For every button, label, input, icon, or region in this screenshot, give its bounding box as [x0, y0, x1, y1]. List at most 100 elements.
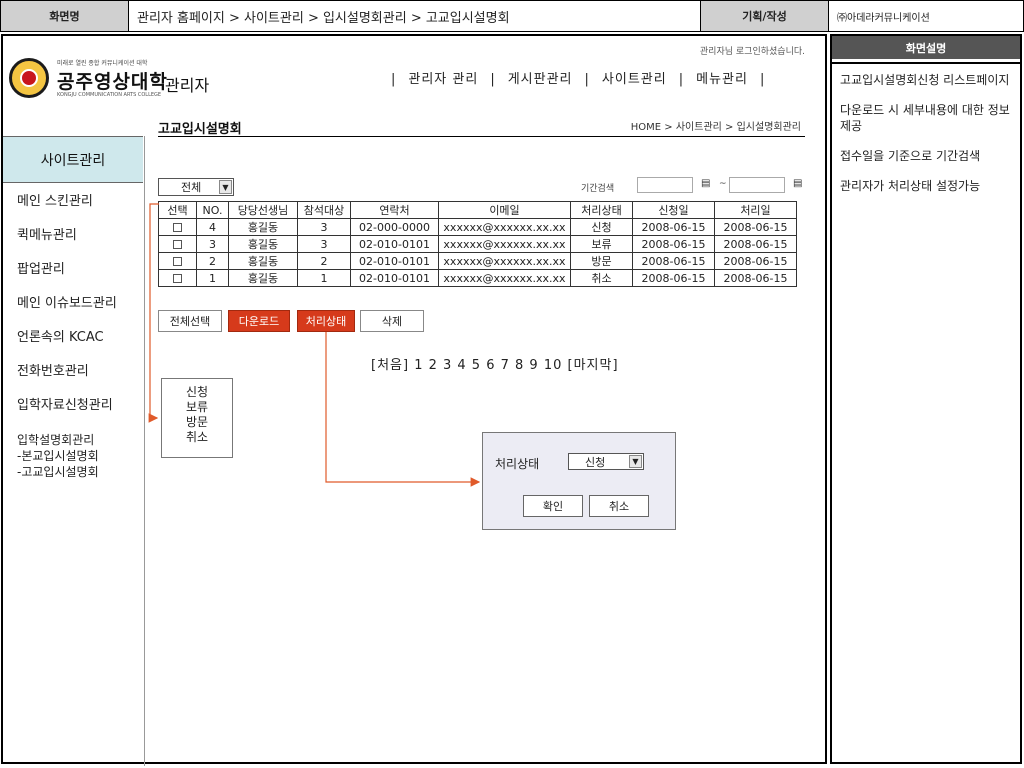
row-checkbox[interactable] — [173, 223, 182, 232]
calendar-icon[interactable]: ▤ — [701, 178, 710, 189]
sidebar-divider — [144, 136, 145, 766]
sidebar-item-briefing[interactable]: 입학설명회관리 — [17, 432, 143, 448]
cell-processed-date: 2008-06-15 — [714, 218, 797, 236]
pagination[interactable]: [처음] 1 2 3 4 5 6 7 8 9 10 [마지막] — [371, 354, 619, 373]
select-all-button[interactable]: 전체선택 — [158, 310, 222, 332]
cell-teacher: 홍길동 — [228, 218, 298, 236]
period-tilde: ~ — [719, 179, 727, 189]
cell-status: 취소 — [570, 269, 633, 287]
row-checkbox[interactable] — [173, 257, 182, 266]
cell-phone: 02-010-0101 — [350, 235, 439, 253]
status-option-cancel[interactable]: 취소 — [162, 430, 232, 445]
table-row[interactable]: 1 홍길동 1 02-010-0101 xxxxxx@xxxxxx.xx.xx … — [158, 269, 797, 287]
confirm-button[interactable]: 확인 — [523, 495, 583, 517]
description-note: 관리자가 처리상태 설정가능 — [840, 179, 981, 193]
sidebar-item-popup[interactable]: 팝업관리 — [17, 262, 143, 296]
cell-teacher: 홍길동 — [228, 235, 298, 253]
breadcrumb: HOME > 사이트관리 > 입시설명회관리 — [630, 122, 801, 133]
download-button[interactable]: 다운로드 — [228, 310, 290, 332]
table-header-row: 선택 NO. 당당선생님 참석대상 연락처 이메일 처리상태 신청일 처리일 — [158, 201, 797, 219]
nav-separator: | — [584, 72, 590, 87]
cell-applied-date: 2008-06-15 — [632, 218, 715, 236]
title-divider — [158, 136, 805, 137]
calendar-icon[interactable]: ▤ — [793, 178, 802, 189]
status-option-hold[interactable]: 보류 — [162, 400, 232, 415]
cell-status: 방문 — [570, 252, 633, 270]
screen-mockup: 미래로 열린 종합 커뮤니케이션 대학 공주영상대학 관리자 KONGJU CO… — [1, 34, 827, 766]
sidebar-item-phone[interactable]: 전화번호관리 — [17, 364, 143, 398]
filter-select[interactable]: 전체 ▼ — [158, 178, 234, 196]
logo[interactable]: 미래로 열린 종합 커뮤니케이션 대학 공주영상대학 관리자 KONGJU CO… — [9, 54, 259, 102]
cell-email: xxxxxx@xxxxxx.xx.xx — [438, 269, 571, 287]
status-dialog-select[interactable]: 신청 ▼ — [568, 453, 644, 470]
row-checkbox-cell — [158, 218, 197, 236]
row-checkbox-cell — [158, 235, 197, 253]
row-checkbox[interactable] — [173, 274, 182, 283]
cell-target: 3 — [297, 235, 351, 253]
col-select: 선택 — [158, 201, 197, 219]
nav-site-management[interactable]: 사이트관리 — [602, 72, 667, 87]
end-date-input[interactable] — [729, 177, 785, 193]
cell-phone: 02-000-0000 — [350, 218, 439, 236]
cell-phone: 02-010-0101 — [350, 252, 439, 270]
col-applied-date: 신청일 — [632, 201, 715, 219]
cell-status: 보류 — [570, 235, 633, 253]
nav-menu-management[interactable]: 메뉴관리 — [696, 72, 748, 87]
nav-separator: | — [391, 72, 397, 87]
status-button[interactable]: 처리상태 — [297, 310, 355, 332]
sidebar-subitem-highschool-briefing[interactable]: -고교입시설명회 — [17, 464, 143, 480]
nav-separator: | — [678, 72, 685, 87]
college-seal-icon — [9, 58, 49, 98]
sidebar-item-main-skin[interactable]: 메인 스킨관리 — [17, 194, 143, 228]
cell-target: 3 — [297, 218, 351, 236]
col-processed-date: 처리일 — [714, 201, 797, 219]
cell-processed-date: 2008-06-15 — [714, 235, 797, 253]
table-row[interactable]: 3 홍길동 3 02-010-0101 xxxxxx@xxxxxx.xx.xx … — [158, 235, 797, 253]
screen-name-label: 화면명 — [1, 1, 129, 31]
nav-board-management[interactable]: 게시판관리 — [508, 72, 573, 87]
col-no: NO. — [196, 201, 229, 219]
sidebar-item-issue-board[interactable]: 메인 이슈보드관리 — [17, 296, 143, 330]
description-panel: 화면설명 고교입시설명회신청 리스트페이지 다운로드 시 세부내용에 대한 정보… — [830, 34, 1022, 764]
description-note: 접수일을 기준으로 기간검색 — [840, 149, 981, 163]
table-row[interactable]: 2 홍길동 2 02-010-0101 xxxxxx@xxxxxx.xx.xx … — [158, 252, 797, 270]
row-checkbox[interactable] — [173, 240, 182, 249]
delete-button[interactable]: 삭제 — [360, 310, 424, 332]
sidebar-item-admission-materials[interactable]: 입학자료신청관리 — [17, 398, 143, 432]
author-label: 기획/작성 — [701, 1, 829, 31]
row-checkbox-cell — [158, 269, 197, 287]
nav-separator: | — [490, 72, 496, 87]
sidebar-heading[interactable]: 사이트관리 — [3, 136, 143, 183]
cell-no: 2 — [196, 252, 229, 270]
sidebar-subitem-campus-briefing[interactable]: -본교입시설명회 — [17, 448, 143, 464]
cell-email: xxxxxx@xxxxxx.xx.xx — [438, 218, 571, 236]
cell-email: xxxxxx@xxxxxx.xx.xx — [438, 235, 571, 253]
col-teacher: 당당선생님 — [228, 201, 298, 219]
table-row[interactable]: 4 홍길동 3 02-000-0000 xxxxxx@xxxxxx.xx.xx … — [158, 218, 797, 236]
cancel-button[interactable]: 취소 — [589, 495, 649, 517]
cell-applied-date: 2008-06-15 — [632, 235, 715, 253]
description-title: 화면설명 — [832, 36, 1020, 62]
cell-processed-date: 2008-06-15 — [714, 269, 797, 287]
nav-separator: | — [759, 72, 766, 87]
sidebar-item-press[interactable]: 언론속의 KCAC — [17, 330, 143, 364]
nav-admin-management[interactable]: 관리자 관리 — [408, 72, 478, 87]
status-option-visit[interactable]: 방문 — [162, 415, 232, 430]
period-search-label: 기간검색 — [581, 184, 615, 194]
description-note: 고교입시설명회신청 리스트페이지 — [840, 73, 1010, 87]
chevron-down-icon[interactable]: ▼ — [629, 455, 642, 468]
cell-no: 1 — [196, 269, 229, 287]
logo-suffix: 관리자 — [165, 76, 210, 95]
cell-target: 1 — [297, 269, 351, 287]
sidebar-item-quick-menu[interactable]: 퀵메뉴관리 — [17, 228, 143, 262]
logo-tagline: 미래로 열린 종합 커뮤니케이션 대학 — [57, 60, 148, 67]
cell-applied-date: 2008-06-15 — [632, 252, 715, 270]
status-dialog-label: 처리상태 — [495, 457, 540, 471]
logo-name: 공주영상대학 — [57, 71, 168, 93]
cell-applied-date: 2008-06-15 — [632, 269, 715, 287]
start-date-input[interactable] — [637, 177, 693, 193]
chevron-down-icon[interactable]: ▼ — [219, 180, 232, 194]
status-option-apply[interactable]: 신청 — [162, 385, 232, 400]
screen-path: 관리자 홈페이지 > 사이트관리 > 입시설명회관리 > 고교입시설명회 — [129, 1, 701, 31]
application-table: 선택 NO. 당당선생님 참석대상 연락처 이메일 처리상태 신청일 처리일 4… — [158, 201, 797, 287]
